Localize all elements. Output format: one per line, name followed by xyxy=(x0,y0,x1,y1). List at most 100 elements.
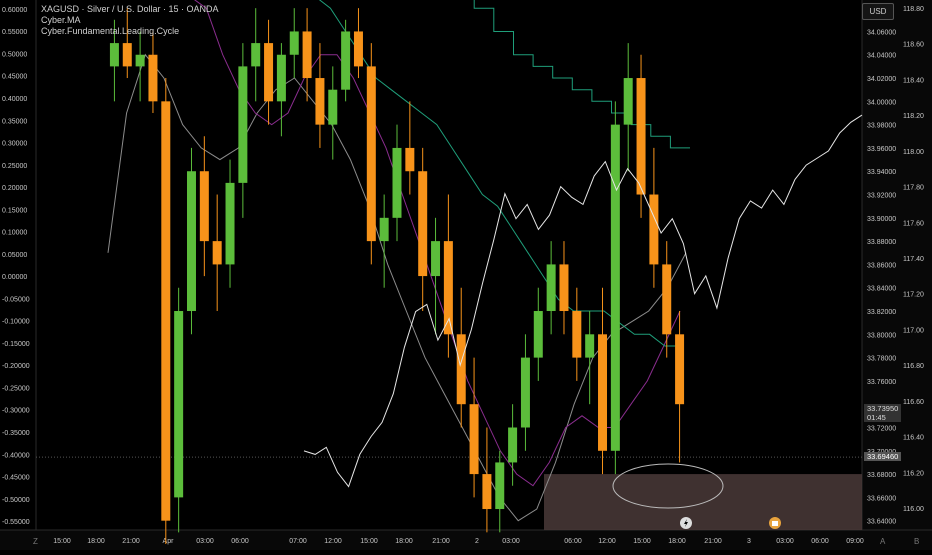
left-axis-tick-label: -0.35000 xyxy=(2,430,30,437)
left-axis-tick-label: -0.45000 xyxy=(2,475,30,482)
left-axis-tick-label: 0.25000 xyxy=(2,163,27,170)
candle-body xyxy=(315,78,325,125)
chart-legend: XAGUSD · Silver / U.S. Dollar · 15 · OAN… xyxy=(41,4,219,37)
right-index-tick-label: 117.20 xyxy=(903,292,924,299)
auto-scale-button[interactable]: A xyxy=(880,537,885,546)
candle-body xyxy=(238,66,248,183)
candle-body xyxy=(341,31,351,90)
candle-body xyxy=(610,124,620,451)
right-price-tick-label: 33.94000 xyxy=(867,169,896,176)
right-price-tick-label: 33.64000 xyxy=(867,519,896,526)
left-axis-tick-label: 0.05000 xyxy=(2,252,27,259)
right-price-tick-label: 33.78000 xyxy=(867,356,896,363)
x-axis-tick-label: 15:00 xyxy=(360,538,378,545)
calendar-event-icon-glyph xyxy=(772,521,778,526)
right-price-tick-label: 33.88000 xyxy=(867,239,896,246)
candle-body xyxy=(520,357,530,428)
currency-badge[interactable]: USD xyxy=(862,3,894,20)
right-price-tick-label: 33.84000 xyxy=(867,286,896,293)
candle-body xyxy=(328,89,338,125)
right-index-tick-label: 118.20 xyxy=(903,113,924,120)
right-index-tick-label: 117.80 xyxy=(903,185,924,192)
x-axis-tick-label: 03:00 xyxy=(776,538,794,545)
candle-body xyxy=(174,311,184,498)
x-axis-tick-label: 07:00 xyxy=(289,538,307,545)
right-price-tick-label: 33.82000 xyxy=(867,309,896,316)
chart-canvas[interactable]: 0.60000 0.55000 0.50000 0.45000 0.40000 0.350… xyxy=(0,0,932,550)
right-index-tick-label: 117.60 xyxy=(903,220,924,227)
candle-body xyxy=(469,404,479,475)
candle-body xyxy=(546,264,556,312)
right-price-tick-label: 33.80000 xyxy=(867,332,896,339)
candle-body xyxy=(456,334,466,405)
right-price-tick-label: 33.98000 xyxy=(867,123,896,130)
x-axis-tick-label: 15:00 xyxy=(633,538,651,545)
left-axis-tick-label: 0.10000 xyxy=(2,230,27,237)
right-price-tick-label: 34.02000 xyxy=(867,76,896,83)
right-price-tick-label: 34.00000 xyxy=(867,99,896,106)
left-axis-tick-label: 0.30000 xyxy=(2,141,27,148)
x-axis-tick-label: 09:00 xyxy=(846,538,864,545)
left-axis-tick-label: -0.55000 xyxy=(2,519,30,526)
right-price-tick-label: 34.06000 xyxy=(867,29,896,36)
lightning-icon xyxy=(680,517,692,529)
chart-area[interactable]: 0.60000 0.55000 0.50000 0.45000 0.40000 0.350… xyxy=(0,0,932,550)
right-price-tick-label: 33.66000 xyxy=(867,495,896,502)
right-index-tick-label: 116.80 xyxy=(903,363,924,370)
candle-body xyxy=(379,217,389,242)
left-axis-tick-label: 0.45000 xyxy=(2,74,27,81)
candle-body xyxy=(482,474,492,510)
left-axis-tick-label: 0.50000 xyxy=(2,51,27,58)
x-axis-tick-label: 15:00 xyxy=(53,538,71,545)
indicator-leading-cycle[interactable]: Cyber.Fundamental.Leading.Cycle xyxy=(41,26,219,37)
right-index-tick-label: 118.80 xyxy=(903,6,924,13)
x-axis-tick-label: 21:00 xyxy=(432,538,450,545)
left-axis-tick-label: 0.60000 xyxy=(2,7,27,14)
right-index-tick-label: 118.40 xyxy=(903,77,924,84)
right-index-tick-label: 118.00 xyxy=(903,149,924,156)
candle-body xyxy=(302,31,312,79)
indicator-cyber-ma[interactable]: Cyber.MA xyxy=(41,15,219,26)
right-price-tick-label: 34.04000 xyxy=(867,53,896,60)
candle-body xyxy=(199,171,209,242)
candle-body xyxy=(135,54,145,67)
x-axis-tick-label: 03:00 xyxy=(196,538,214,545)
left-axis-tick-label: -0.15000 xyxy=(2,341,30,348)
x-axis-tick-label: 06:00 xyxy=(564,538,582,545)
candle-body xyxy=(649,194,659,265)
right-index-tick-label: 116.40 xyxy=(903,435,924,442)
right-price-tick-label: 33.76000 xyxy=(867,379,896,386)
candle-body xyxy=(366,66,376,242)
x-axis-tick-label: 06:00 xyxy=(811,538,829,545)
candle-body xyxy=(264,43,274,102)
left-axis-tick-label: -0.30000 xyxy=(2,408,30,415)
x-axis-tick-label: 18:00 xyxy=(87,538,105,545)
candle-body xyxy=(675,334,685,405)
last-price-tag: 33.73950 xyxy=(864,404,901,413)
candle-body xyxy=(276,54,286,102)
candle-body xyxy=(212,241,222,265)
left-axis-tick-label: -0.10000 xyxy=(2,319,30,326)
candle-body xyxy=(431,241,441,277)
candle-body xyxy=(122,43,132,67)
x-axis-tick-label: 12:00 xyxy=(598,538,616,545)
right-price-tick-label: 33.72000 xyxy=(867,425,896,432)
calendar-event-icon xyxy=(769,517,781,529)
left-axis-tick-label: 0.40000 xyxy=(2,96,27,103)
symbol-title[interactable]: XAGUSD · Silver / U.S. Dollar · 15 · OAN… xyxy=(41,4,219,15)
log-scale-button[interactable]: B xyxy=(914,537,919,546)
right-price-tick-label: 33.68000 xyxy=(867,472,896,479)
left-axis-tick-label: 0.20000 xyxy=(2,185,27,192)
right-index-tick-label: 116.00 xyxy=(903,506,924,513)
right-price-tick-label: 33.96000 xyxy=(867,146,896,153)
candle-body xyxy=(353,31,363,67)
x-axis-tick-label: 06:00 xyxy=(231,538,249,545)
right-index-tick-label: 116.60 xyxy=(903,399,924,406)
x-axis-tick-label: 21:00 xyxy=(122,538,140,545)
timezone-button[interactable]: Z xyxy=(33,537,38,546)
candle-body xyxy=(495,462,505,510)
demand-zone xyxy=(544,474,862,530)
x-axis-tick-label: 21:00 xyxy=(704,538,722,545)
candle-body xyxy=(251,43,261,67)
right-index-tick-label: 117.00 xyxy=(903,327,924,334)
